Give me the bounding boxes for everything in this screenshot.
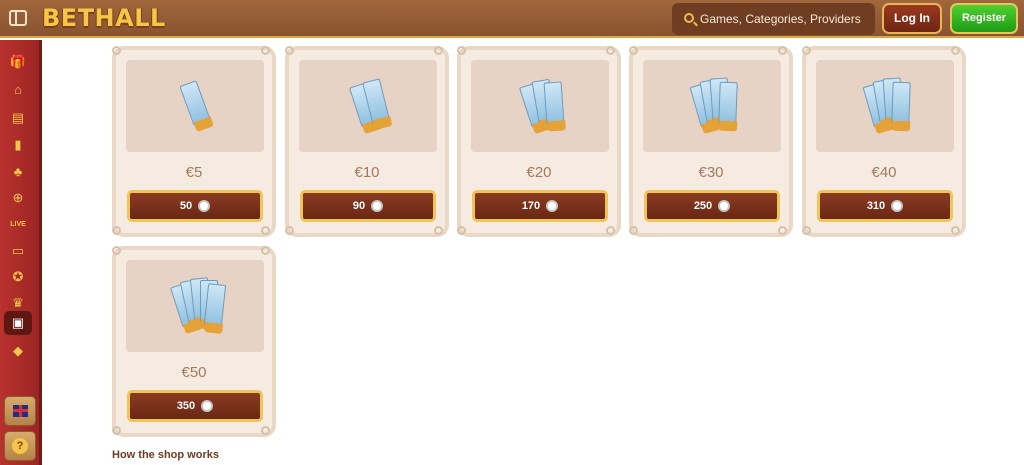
buy-button[interactable]: 50	[127, 190, 263, 222]
card-corner-ornament	[261, 226, 270, 235]
ticket-price: €5	[185, 164, 203, 181]
register-button[interactable]: Register	[950, 3, 1018, 34]
ticket-icon	[179, 80, 211, 126]
medal-icon[interactable]: ✪	[9, 268, 27, 286]
card-corner-ornament	[457, 226, 466, 235]
ticket-image	[126, 260, 264, 352]
ticket-image	[126, 60, 264, 152]
coin-icon	[371, 200, 384, 212]
card-corner-ornament	[434, 226, 443, 235]
card-corner-ornament	[285, 226, 294, 235]
login-button[interactable]: Log In	[882, 3, 942, 34]
diamond-icon[interactable]: ◆	[9, 342, 27, 360]
sidebar: 🎁 ⌂ ▤ ▮ ♣ ⊕ LIVE ▭ ✪ ♛ ▣ ◆ ?	[0, 40, 42, 465]
card-corner-ornament	[606, 226, 615, 235]
search-input[interactable]: Games, Categories, Providers	[672, 3, 875, 35]
ticket-stack-icon	[348, 78, 390, 134]
search-placeholder: Games, Categories, Providers	[700, 12, 861, 26]
ticket-image	[816, 60, 954, 152]
ticket-stack-icon	[518, 78, 565, 134]
ticket-price: €30	[698, 164, 724, 181]
coin-cost: 350	[176, 400, 196, 412]
card-corner-ornament	[457, 46, 466, 55]
card-corner-ornament	[802, 46, 811, 55]
card-corner-ornament	[606, 46, 615, 55]
coin-icon	[201, 400, 214, 412]
card-corner-ornament	[778, 46, 787, 55]
buy-button[interactable]: 350	[127, 390, 263, 422]
card-corner-ornament	[778, 226, 787, 235]
shop-card: €20 170	[457, 46, 621, 237]
buy-button[interactable]: 170	[472, 190, 608, 222]
help-icon: ?	[12, 438, 28, 454]
ticket-price: €20	[526, 164, 552, 181]
ticket-stack-icon	[689, 77, 738, 134]
cards-icon[interactable]: ▮	[9, 136, 27, 154]
card-corner-ornament	[802, 226, 811, 235]
coin-icon	[546, 200, 559, 212]
shop-card: €10 90	[285, 46, 449, 237]
ticket-image	[643, 60, 781, 152]
card-corner-ornament	[434, 46, 443, 55]
home-icon[interactable]: ⌂	[9, 80, 27, 98]
slot-machine-icon[interactable]: ▤	[9, 109, 27, 127]
card-corner-ornament	[285, 46, 294, 55]
search-icon	[684, 13, 694, 23]
ticket-price: €40	[871, 164, 897, 181]
card-corner-ornament	[112, 226, 121, 235]
ticket-stack-icon	[169, 277, 227, 334]
buy-button[interactable]: 310	[817, 190, 953, 222]
ticket-price: €50	[181, 364, 207, 381]
shop-card: €50 350	[112, 246, 276, 437]
card-corner-ornament	[629, 226, 638, 235]
coin-icon	[198, 200, 211, 212]
buy-button[interactable]: 250	[644, 190, 780, 222]
card-corner-ornament	[629, 46, 638, 55]
coin-cost: 170	[521, 200, 541, 212]
ticket-icon	[891, 81, 911, 125]
card-corner-ornament	[112, 246, 121, 255]
logo[interactable]: BETHALL	[42, 4, 166, 32]
card-corner-ornament	[261, 426, 270, 435]
shop-card: €40 310	[802, 46, 966, 237]
ticket-price: €10	[354, 164, 380, 181]
shop-card: €5 50	[112, 46, 276, 237]
trophy-icon[interactable]: ♛	[9, 294, 27, 312]
coin-icon	[718, 200, 731, 212]
card-corner-ornament	[112, 426, 121, 435]
ticket-icon	[543, 81, 565, 125]
sidebar-toggle-icon[interactable]	[9, 10, 27, 26]
how-shop-works-heading: How the shop works	[112, 449, 219, 461]
buy-button[interactable]: 90	[300, 190, 436, 222]
card-corner-ornament	[951, 46, 960, 55]
card-corner-ornament	[112, 46, 121, 55]
top-bar: BETHALL Games, Categories, Providers Log…	[0, 0, 1024, 38]
coin-cost: 310	[866, 200, 886, 212]
ticket-image	[299, 60, 437, 152]
coin-cost: 250	[693, 200, 713, 212]
coin-cost: 50	[179, 200, 193, 212]
card-corner-ornament	[261, 46, 270, 55]
shop-bag-icon[interactable]: ▣	[4, 311, 32, 335]
card-corner-ornament	[261, 246, 270, 255]
tv-icon[interactable]: ▭	[9, 242, 27, 260]
language-selector[interactable]	[4, 396, 36, 426]
sports-ball-icon[interactable]: ⊕	[9, 189, 27, 207]
ticket-icon	[203, 283, 227, 327]
uk-flag-icon	[13, 405, 28, 417]
coin-icon	[891, 200, 904, 212]
clover-icon[interactable]: ♣	[9, 162, 27, 180]
ticket-image	[471, 60, 609, 152]
live-icon[interactable]: LIVE	[9, 215, 27, 233]
help-button[interactable]: ?	[4, 431, 36, 461]
shop-card: €30 250	[629, 46, 793, 237]
card-corner-ornament	[951, 226, 960, 235]
gift-icon[interactable]: 🎁	[9, 53, 27, 71]
ticket-icon	[718, 81, 738, 125]
coin-cost: 90	[352, 200, 366, 212]
ticket-stack-icon	[862, 77, 911, 134]
ticket-stack-icon	[176, 78, 216, 134]
